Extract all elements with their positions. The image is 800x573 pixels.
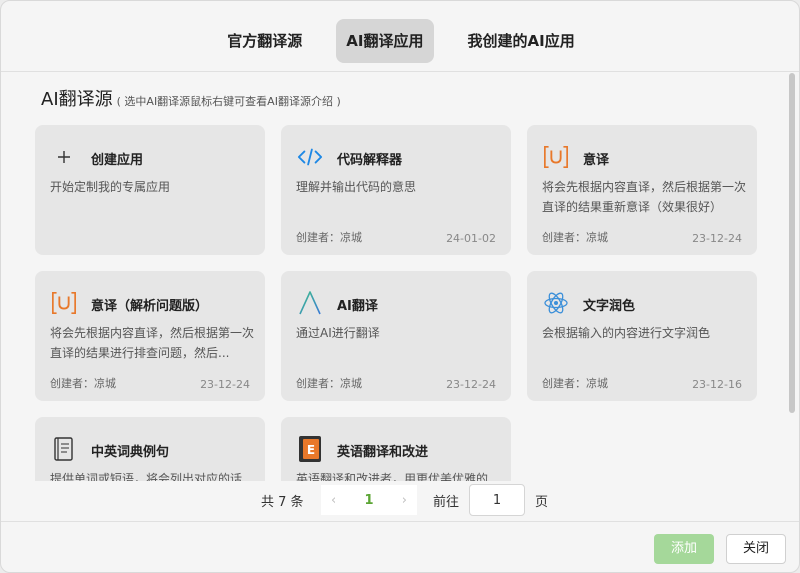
card-dictionary-examples[interactable]: 中英词典例句 提供单词或短语，将会列出对应的话 [35,417,265,481]
card-name: 中英词典例句 [91,445,170,460]
card-code-interpreter[interactable]: 代码解释器 理解并输出代码的意思 创建者：凉城 24-01-02 [281,125,511,255]
goto-page-input[interactable] [469,484,525,516]
card-name: 意译（解析问题版） [91,299,209,314]
card-description: 通过AI进行翻译 [296,326,380,340]
page-number-current[interactable]: 1 [364,493,373,508]
tab-ai-translation-apps[interactable]: AI翻译应用 [336,19,434,63]
card-description: 提供单词或短语，将会列出对应的话 [50,472,243,481]
next-page-button[interactable]: › [402,493,407,508]
page-list: ‹ 1 › [321,485,417,515]
card-text-polish[interactable]: 文字润色 会根据输入的内容进行文字润色 创建者：凉城 23-12-16 [527,271,757,401]
card-name: 意译 [583,153,610,168]
add-button[interactable]: 添加 [654,534,714,564]
total-count: 共 7 条 [261,495,304,510]
ai-translation-dialog: 官方翻译源 AI翻译应用 我创建的AI应用 AI翻译源 ( 选中AI翻译源鼠标右… [0,0,800,573]
svg-text:E: E [307,443,315,457]
card-creator: 创建者：凉城 [50,377,116,390]
card-name: 创建应用 [91,153,144,168]
e-book-icon: E [297,436,323,462]
card-ai-translation[interactable]: AI翻译 通过AI进行翻译 创建者：凉城 23-12-24 [281,271,511,401]
card-description: 将会先根据内容直译，然后根据第一次直译的结果重新意译（效果很好） [542,180,747,214]
close-button[interactable]: 关闭 [726,534,786,564]
card-name: 文字润色 [583,299,636,314]
tab-my-ai-apps[interactable]: 我创建的AI应用 [458,19,585,63]
card-date: 23-12-16 [692,378,742,391]
prev-page-button[interactable]: ‹ [331,493,336,508]
page-unit-label: 页 [535,495,549,510]
card-free-translation-debug[interactable]: 意译（解析问题版） 将会先根据内容直译，然后根据第一次直译的结果进行排查问题，然… [35,271,265,401]
tab-bar: 官方翻译源 AI翻译应用 我创建的AI应用 [1,19,799,63]
card-date: 23-12-24 [446,378,496,391]
card-description: 英语翻译和改进者，用更优美优雅的 [296,472,489,481]
card-description: 开始定制我的专属应用 [50,180,171,194]
app-card-grid: 创建应用 开始定制我的专属应用 代码解释器 理解并输出代码的意思 创建者：凉城 … [35,125,765,481]
plus-icon [51,145,77,169]
tab-official-sources[interactable]: 官方翻译源 [217,19,312,63]
card-description: 理解并输出代码的意思 [296,180,417,194]
card-create-app[interactable]: 创建应用 开始定制我的专属应用 [35,125,265,255]
section-heading: AI翻译源 ( 选中AI翻译源鼠标右键可查看AI翻译源介绍 ) [41,85,341,111]
book-icon [51,437,77,461]
card-english-improve[interactable]: E 英语翻译和改进 英语翻译和改进者，用更优美优雅的 [281,417,511,481]
card-creator: 创建者：凉城 [296,231,362,244]
u-bracket-icon [51,291,77,315]
scrollbar-thumb[interactable] [789,73,795,413]
card-creator: 创建者：凉城 [296,377,362,390]
card-date: 23-12-24 [200,378,250,391]
u-bracket-icon [543,145,569,169]
card-date: 24-01-02 [446,232,496,245]
section-title: AI翻译源 [41,89,113,110]
atom-icon [543,291,569,315]
card-date: 23-12-24 [692,232,742,245]
card-creator: 创建者：凉城 [542,377,608,390]
card-name: AI翻译 [337,299,378,314]
card-name: 英语翻译和改进 [337,445,429,460]
divider [1,71,799,72]
card-free-translation[interactable]: 意译 将会先根据内容直译，然后根据第一次直译的结果重新意译（效果很好） 创建者：… [527,125,757,255]
card-name: 代码解释器 [337,153,403,168]
card-description: 将会先根据内容直译，然后根据第一次直译的结果进行排查问题，然后... [50,326,255,360]
goto-label: 前往 [433,495,460,510]
card-description: 会根据输入的内容进行文字润色 [542,326,711,340]
caret-a-icon [297,291,323,315]
divider [1,521,799,522]
code-icon [297,145,323,169]
section-hint: ( 选中AI翻译源鼠标右键可查看AI翻译源介绍 ) [116,95,341,108]
card-creator: 创建者：凉城 [542,231,608,244]
pagination: 共 7 条 ‹ 1 › 前往 页 [1,483,799,517]
